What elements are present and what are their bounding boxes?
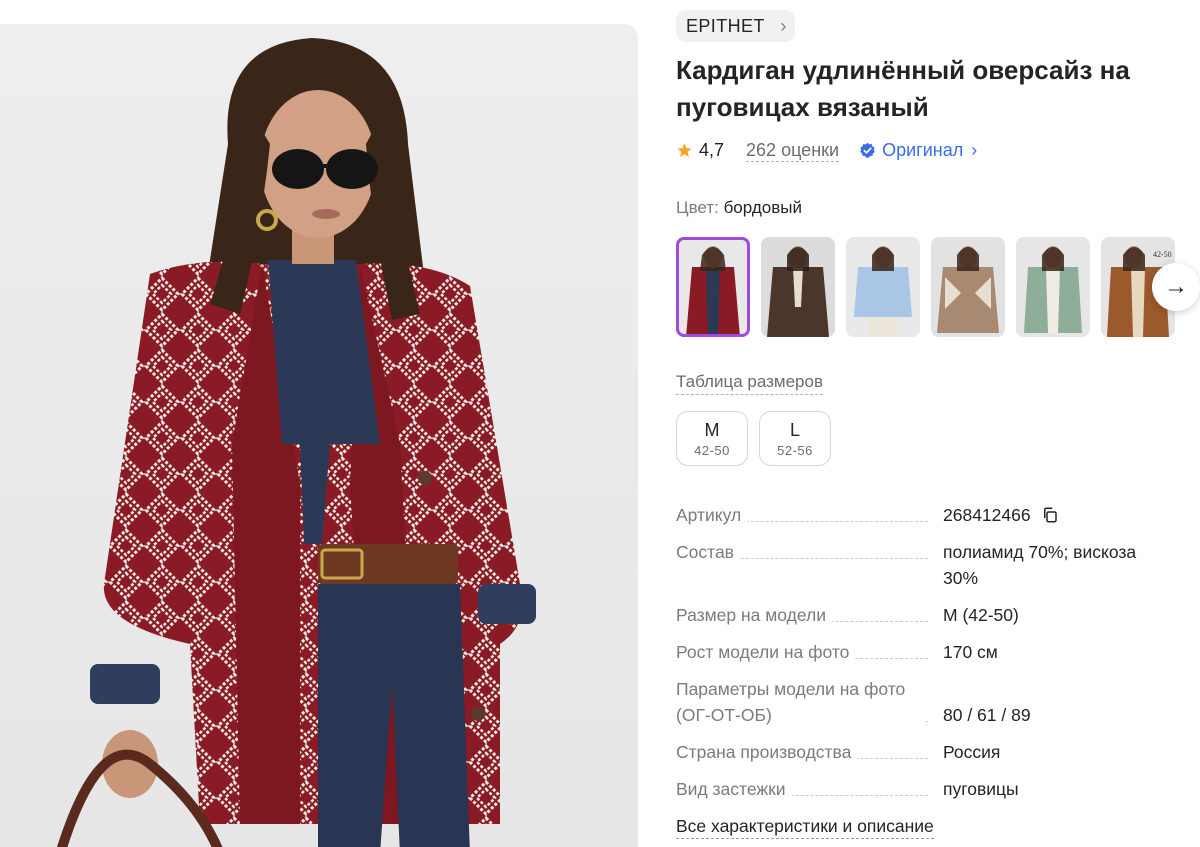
model-illustration xyxy=(57,38,536,847)
article-number: 268412466 xyxy=(943,505,1031,525)
reviews-link[interactable]: 262 оценки xyxy=(746,139,840,162)
original-label: Оригинал xyxy=(882,139,964,160)
size-label: L xyxy=(789,420,800,440)
spec-label: Вид застежки xyxy=(676,776,792,802)
check-badge-icon xyxy=(860,142,875,158)
spec-label: Размер на модели xyxy=(676,602,832,628)
thumb-size-tag: 42-50 xyxy=(1153,250,1172,259)
spec-value: 268412466 xyxy=(943,502,1173,528)
thumb-lightblue[interactable] xyxy=(846,237,920,337)
carousel-next-button[interactable]: → xyxy=(1152,263,1200,311)
brand-name: EPITHET xyxy=(686,16,765,36)
brand-link[interactable]: EPITHET › xyxy=(676,10,795,42)
variant-image xyxy=(676,237,750,337)
chevron-right-icon: › xyxy=(971,139,978,160)
spec-label: Рост модели на фото xyxy=(676,639,856,665)
main-product-photo[interactable] xyxy=(0,24,638,847)
chevron-right-icon: › xyxy=(780,16,787,36)
spec-value: 80 / 61 / 89 xyxy=(943,705,1031,725)
thumb-green[interactable] xyxy=(1016,237,1090,337)
size-range: 42-50 xyxy=(694,443,730,458)
color-label: Цвет: xyxy=(676,198,719,217)
original-badge-link[interactable]: Оригинал › xyxy=(859,140,977,161)
rating-row: 4,7 262 оценки Оригинал › xyxy=(676,136,977,164)
spec-value: полиамид 70%; вискоза 30% xyxy=(943,542,1137,588)
product-title: Кардиган удлинённый оверсайз на пуговица… xyxy=(676,55,1130,122)
thumb-burgundy[interactable] xyxy=(676,237,750,337)
spec-value: M (42-50) xyxy=(943,605,1019,625)
size-table-link[interactable]: Таблица размеров xyxy=(676,370,823,395)
all-specs-link[interactable]: Все характеристики и описание xyxy=(676,814,934,839)
size-range: 52-56 xyxy=(777,443,813,458)
variant-image xyxy=(761,237,835,337)
spec-value: пуговицы xyxy=(943,779,1019,799)
thumb-beige[interactable] xyxy=(931,237,1005,337)
thumb-brown[interactable] xyxy=(761,237,835,337)
spec-label: Артикул xyxy=(676,502,748,528)
spec-value: Россия xyxy=(943,742,1001,762)
copy-icon[interactable] xyxy=(1041,506,1059,524)
star-icon xyxy=(677,142,692,157)
color-row: Цвет: бордовый xyxy=(676,198,802,218)
size-label: M xyxy=(704,420,720,440)
size-option-m[interactable]: M 42-50 xyxy=(676,411,748,466)
color-variants-carousel: 42-50 xyxy=(676,237,1200,337)
spec-value: 170 см xyxy=(943,642,998,662)
arrow-right-icon: → xyxy=(1164,273,1188,300)
rating-value: 4,7 xyxy=(699,139,725,160)
variant-image xyxy=(931,237,1005,337)
spec-label: Страна производства xyxy=(676,739,858,765)
spec-label: Параметры модели на фото (ОГ-ОТ-ОБ) xyxy=(676,676,926,728)
size-option-l[interactable]: L 52-56 xyxy=(759,411,831,466)
color-value: бордовый xyxy=(723,198,802,217)
spec-label: Состав xyxy=(676,539,740,565)
variant-image xyxy=(1016,237,1090,337)
variant-image xyxy=(846,237,920,337)
